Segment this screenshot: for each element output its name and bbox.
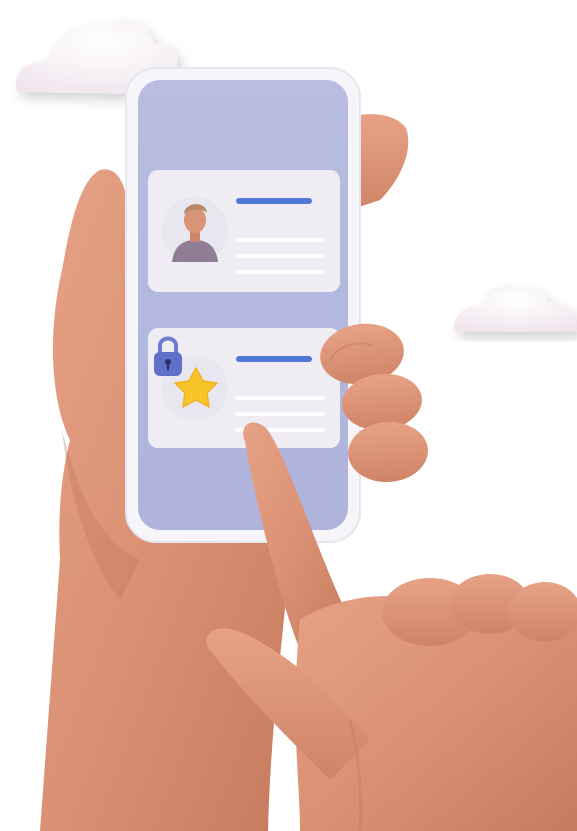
- accent-line: [236, 356, 312, 362]
- profile-card: [148, 170, 340, 292]
- placeholder-line: [236, 238, 324, 242]
- phone: [125, 67, 361, 543]
- placeholder-line: [236, 412, 324, 416]
- accent-line: [236, 198, 312, 204]
- placeholder-line: [236, 254, 324, 258]
- placeholder-line: [236, 270, 324, 274]
- phone-screen: [138, 80, 348, 530]
- illustration-scene: [0, 0, 577, 831]
- placeholder-line: [236, 396, 324, 400]
- cloud-icon-right: [454, 285, 577, 332]
- phone-in-hand-illustration: [16, 19, 577, 831]
